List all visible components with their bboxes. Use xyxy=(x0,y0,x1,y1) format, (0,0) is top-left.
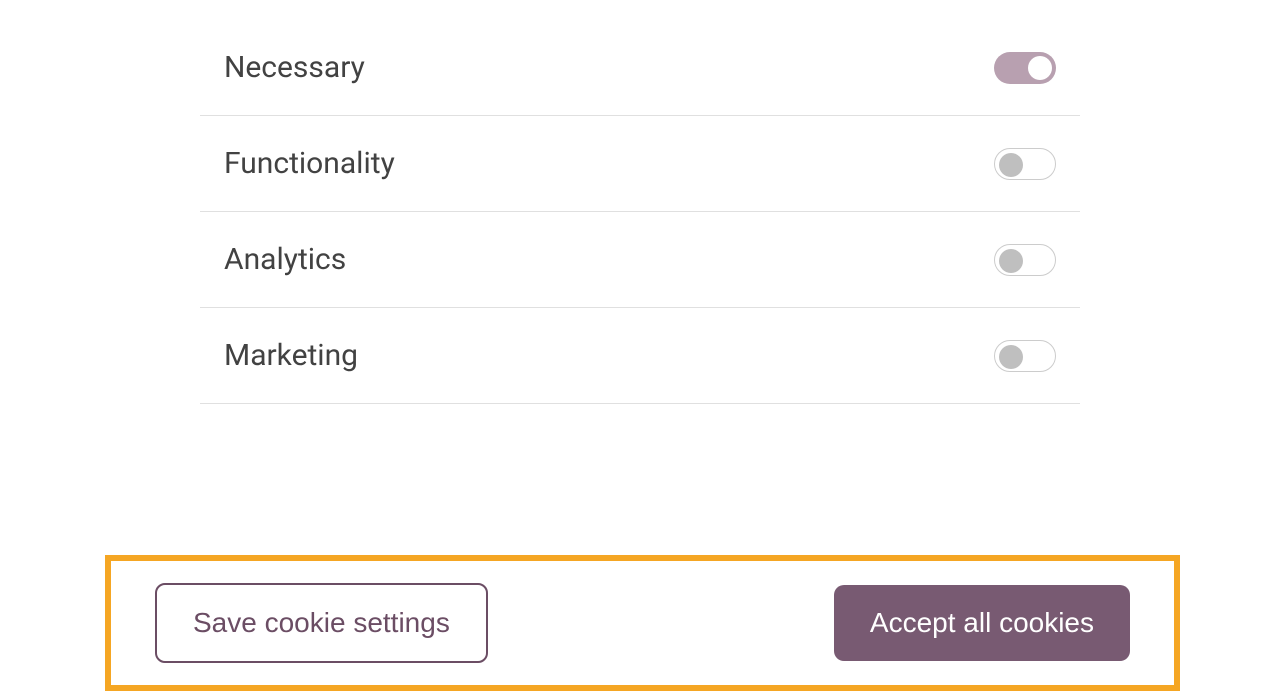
toggle-marketing[interactable] xyxy=(994,340,1056,372)
toggle-knob-icon xyxy=(1028,56,1052,80)
toggle-knob-icon xyxy=(999,249,1023,273)
cookie-categories: Necessary Functionality Analytics Market… xyxy=(200,20,1080,404)
toggle-necessary[interactable] xyxy=(994,52,1056,84)
category-label: Necessary xyxy=(224,50,365,85)
toggle-functionality[interactable] xyxy=(994,148,1056,180)
accept-all-cookies-button[interactable]: Accept all cookies xyxy=(834,585,1130,661)
save-cookie-settings-button[interactable]: Save cookie settings xyxy=(155,583,488,663)
toggle-analytics[interactable] xyxy=(994,244,1056,276)
category-row-functionality: Functionality xyxy=(200,116,1080,212)
toggle-knob-icon xyxy=(999,153,1023,177)
category-row-analytics: Analytics xyxy=(200,212,1080,308)
category-label: Marketing xyxy=(224,338,358,373)
footer-buttons-highlight: Save cookie settings Accept all cookies xyxy=(105,555,1180,691)
category-row-marketing: Marketing xyxy=(200,308,1080,404)
category-label: Functionality xyxy=(224,146,395,181)
category-row-necessary: Necessary xyxy=(200,20,1080,116)
toggle-knob-icon xyxy=(999,345,1023,369)
category-label: Analytics xyxy=(224,242,346,277)
